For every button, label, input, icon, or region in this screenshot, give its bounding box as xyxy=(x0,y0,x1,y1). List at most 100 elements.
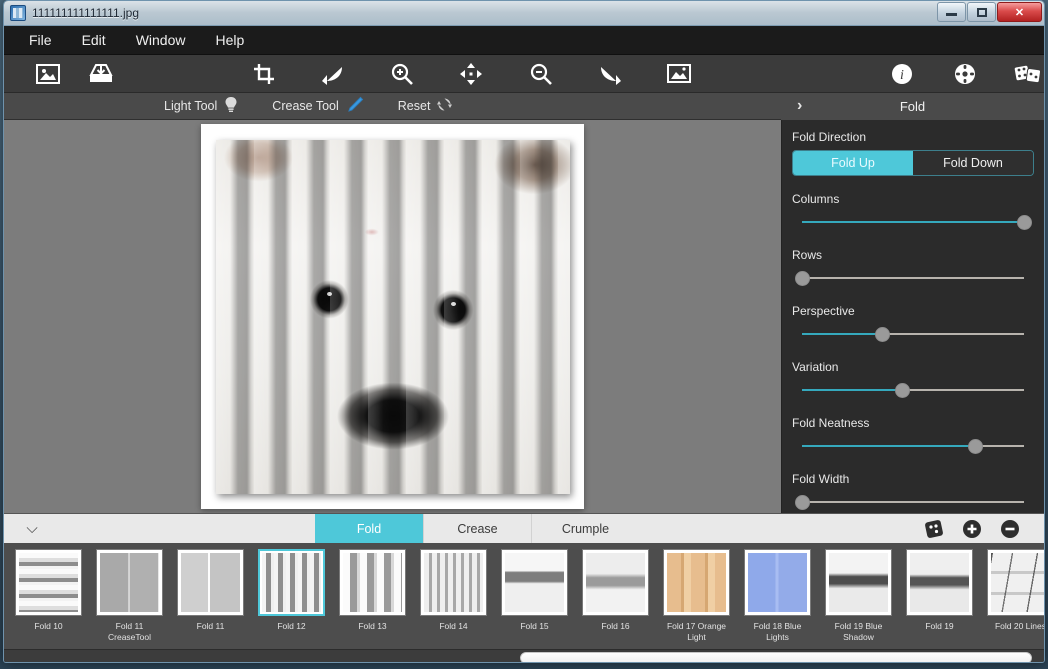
preset-thumbnail-label: Fold 11CreaseTool xyxy=(89,621,170,642)
zoom-out-icon[interactable] xyxy=(525,57,556,91)
application-window: 111111111111111.jpg ✕ File Edit Window H… xyxy=(3,0,1045,663)
preset-thumbnail[interactable]: Fold 17 OrangeLight xyxy=(656,549,737,642)
crease-tool-button[interactable]: Crease Tool xyxy=(272,96,363,117)
light-tool-label: Light Tool xyxy=(164,99,217,113)
menu-item-file[interactable]: File xyxy=(16,28,65,52)
preset-thumbnail-frame xyxy=(96,549,163,616)
canvas-area[interactable] xyxy=(4,120,781,513)
slider-fold-neatness: Fold Neatness xyxy=(792,416,1034,458)
preset-thumbnail-frame xyxy=(501,549,568,616)
preset-thumbnail-image xyxy=(100,553,159,612)
add-icon[interactable] xyxy=(962,519,982,539)
tab-fold[interactable]: Fold xyxy=(315,514,423,543)
menu-item-window[interactable]: Window xyxy=(123,28,199,52)
preset-thumbnail[interactable]: Fold 20 Lines xyxy=(980,549,1044,632)
info-icon[interactable]: i xyxy=(887,57,918,91)
preset-thumbnail[interactable]: Fold 19 BlueShadow xyxy=(818,549,899,642)
preset-thumbnail[interactable]: Fold 15 xyxy=(494,549,575,632)
preset-thumbnail-label: Fold 11 xyxy=(170,621,251,632)
maximize-button[interactable] xyxy=(967,2,996,22)
preset-thumbnail-image xyxy=(910,553,969,612)
preset-thumbnail[interactable]: Fold 11CreaseTool xyxy=(89,549,170,642)
open-image-icon[interactable] xyxy=(32,57,63,91)
slider-rows-track[interactable] xyxy=(792,268,1034,290)
slider-perspective-track[interactable] xyxy=(792,324,1034,346)
save-image-icon[interactable] xyxy=(85,57,116,91)
preset-thumbnail-label: Fold 19 BlueShadow xyxy=(818,621,899,642)
fold-down-option[interactable]: Fold Down xyxy=(913,151,1033,175)
preset-thumbnail[interactable]: Fold 12 xyxy=(251,549,332,632)
slider-fold-width-label: Fold Width xyxy=(792,472,1034,486)
preset-thumbnail[interactable]: Fold 19 xyxy=(899,549,980,632)
preset-thumbnail-frame xyxy=(987,549,1044,616)
preset-thumbnail-frame xyxy=(906,549,973,616)
preset-thumbnail-frame xyxy=(744,549,811,616)
preset-thumbnail-label: Fold 12 xyxy=(251,621,332,632)
slider-columns-handle[interactable] xyxy=(1017,215,1032,230)
main-toolbar: i xyxy=(4,55,1044,93)
preset-thumbnail-label: Fold 10 xyxy=(8,621,89,632)
zoom-in-icon[interactable] xyxy=(387,57,418,91)
slider-columns: Columns xyxy=(792,192,1034,234)
preset-thumbnail[interactable]: Fold 13 xyxy=(332,549,413,632)
preset-thumbnail-label: Fold 15 xyxy=(494,621,575,632)
panel-title: Fold xyxy=(900,99,925,114)
reset-button[interactable]: Reset xyxy=(398,97,453,115)
preset-thumbnail-image xyxy=(262,553,321,612)
preset-thumbnail-frame xyxy=(339,549,406,616)
scrollbar-thumb[interactable] xyxy=(520,652,1032,663)
dice-icon[interactable] xyxy=(924,519,944,539)
slider-variation-track[interactable] xyxy=(792,380,1034,402)
preview-image[interactable] xyxy=(216,140,570,494)
preset-thumbnail-image xyxy=(343,553,402,612)
slider-perspective-handle[interactable] xyxy=(875,327,890,342)
slider-variation-handle[interactable] xyxy=(895,383,910,398)
menu-item-edit[interactable]: Edit xyxy=(69,28,119,52)
preset-thumbnail-image xyxy=(829,553,888,612)
redo-icon[interactable] xyxy=(594,57,625,91)
light-tool-button[interactable]: Light Tool xyxy=(164,96,238,116)
preset-thumbnail-image xyxy=(181,553,240,612)
refresh-icon xyxy=(437,97,452,115)
fold-up-option[interactable]: Fold Up xyxy=(793,151,913,175)
expand-panel-chevron-icon[interactable]: › xyxy=(797,97,802,115)
preset-thumbnail-label: Fold 13 xyxy=(332,621,413,632)
thumbnail-scrollbar[interactable] xyxy=(4,649,1044,663)
remove-icon[interactable] xyxy=(1000,519,1020,539)
preset-thumbnail-image xyxy=(19,553,78,612)
fit-image-icon[interactable] xyxy=(663,57,694,91)
menu-bar: File Edit Window Help xyxy=(4,26,1044,55)
slider-columns-track[interactable] xyxy=(792,212,1034,234)
slider-perspective: Perspective xyxy=(792,304,1034,346)
preset-thumbnail[interactable]: Fold 16 xyxy=(575,549,656,632)
slider-fold-neatness-handle[interactable] xyxy=(968,439,983,454)
undo-icon[interactable] xyxy=(318,57,349,91)
slider-rows-handle[interactable] xyxy=(795,271,810,286)
slider-fold-width-handle[interactable] xyxy=(795,495,810,510)
preset-thumbnail[interactable]: Fold 10 xyxy=(8,549,89,632)
preset-thumbnail-label: Fold 19 xyxy=(899,621,980,632)
menu-item-help[interactable]: Help xyxy=(202,28,257,52)
preset-thumbnail[interactable]: Fold 11 xyxy=(170,549,251,632)
preset-thumbnail-label: Fold 14 xyxy=(413,621,494,632)
slider-fold-neatness-track[interactable] xyxy=(792,436,1034,458)
slider-fold-width: Fold Width xyxy=(792,472,1034,514)
crease-tool-label: Crease Tool xyxy=(272,99,338,113)
preset-thumbnail-label: Fold 20 Lines xyxy=(980,621,1044,632)
slider-fold-width-track[interactable] xyxy=(792,492,1034,514)
minimize-button[interactable] xyxy=(937,2,966,22)
tab-crease[interactable]: Crease xyxy=(423,514,531,543)
preset-thumbnail[interactable]: Fold 18 BlueLights xyxy=(737,549,818,642)
move-icon[interactable] xyxy=(456,57,487,91)
reset-label: Reset xyxy=(398,99,431,113)
settings-icon[interactable] xyxy=(950,57,981,91)
dice-icon[interactable] xyxy=(1013,57,1044,91)
svg-text:i: i xyxy=(900,68,904,83)
preset-thumbnail[interactable]: Fold 14 xyxy=(413,549,494,632)
collapse-chevron-icon[interactable]: ⌵ xyxy=(4,514,60,543)
fold-direction-label: Fold Direction xyxy=(792,130,1034,144)
close-button[interactable]: ✕ xyxy=(997,2,1042,22)
preset-thumbnail-strip[interactable]: Fold 10Fold 11CreaseToolFold 11Fold 12Fo… xyxy=(4,543,1044,649)
tab-crumple[interactable]: Crumple xyxy=(531,514,639,543)
crop-icon[interactable] xyxy=(248,57,279,91)
